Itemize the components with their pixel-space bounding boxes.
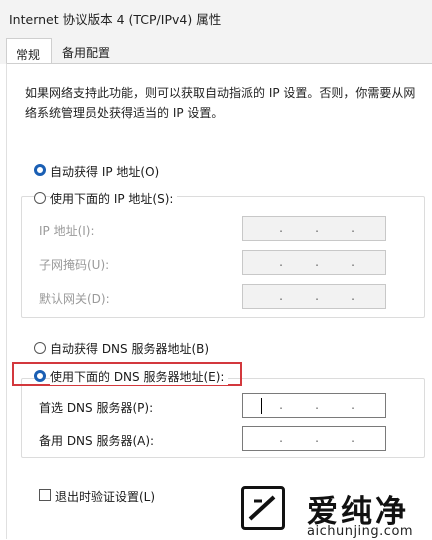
ip-address-label: IP 地址(I): [39, 224, 95, 238]
tab-alternate-config[interactable]: 备用配置 [62, 44, 110, 61]
manual-ip-label: 使用下面的 IP 地址(S): [50, 190, 178, 207]
window-title: Internet 协议版本 4 (TCP/IPv4) 属性 [9, 12, 222, 27]
manual-dns-label: 使用下面的 DNS 服务器地址(E): [50, 368, 229, 385]
preferred-dns-label: 首选 DNS 服务器(P): [39, 401, 154, 415]
manual-ip-radio[interactable] [34, 192, 46, 204]
subnet-mask-label: 子网掩码(U): [39, 258, 110, 272]
default-gateway-label: 默认网关(D): [39, 292, 110, 306]
default-gateway-input[interactable]: . . . [242, 284, 386, 309]
description-text: 如果网络支持此功能，则可以获取自动指派的 IP 设置。否则，你需要从网络系统管理… [25, 86, 416, 120]
watermark: 爱纯净 aichunjing.com [241, 486, 432, 540]
auto-dns-radio[interactable] [34, 342, 46, 354]
ip-address-input[interactable]: . . . [242, 216, 386, 241]
auto-dns-label: 自动获得 DNS 服务器地址(B) [50, 342, 210, 356]
validate-on-exit-checkbox[interactable] [39, 489, 51, 501]
tab-general[interactable]: 常规 [6, 38, 52, 65]
auto-ip-radio[interactable] [34, 164, 46, 176]
text-caret [261, 398, 262, 414]
auto-ip-label: 自动获得 IP 地址(O) [50, 165, 160, 179]
title-bar: Internet 协议版本 4 (TCP/IPv4) 属性 [0, 0, 432, 35]
validate-on-exit-label: 退出时验证设置(L) [55, 490, 156, 504]
alternate-dns-label: 备用 DNS 服务器(A): [39, 434, 155, 448]
subnet-mask-input[interactable]: . . . [242, 250, 386, 275]
tab-general-label: 常规 [16, 48, 41, 62]
manual-dns-radio[interactable] [34, 370, 46, 382]
alternate-dns-input[interactable]: . . . [242, 426, 386, 451]
tab-strip: 常规 备用配置 [0, 34, 432, 65]
watermark-logo-icon [241, 486, 285, 530]
watermark-site: aichunjing.com [307, 524, 414, 539]
preferred-dns-input[interactable]: . . . [242, 393, 386, 418]
